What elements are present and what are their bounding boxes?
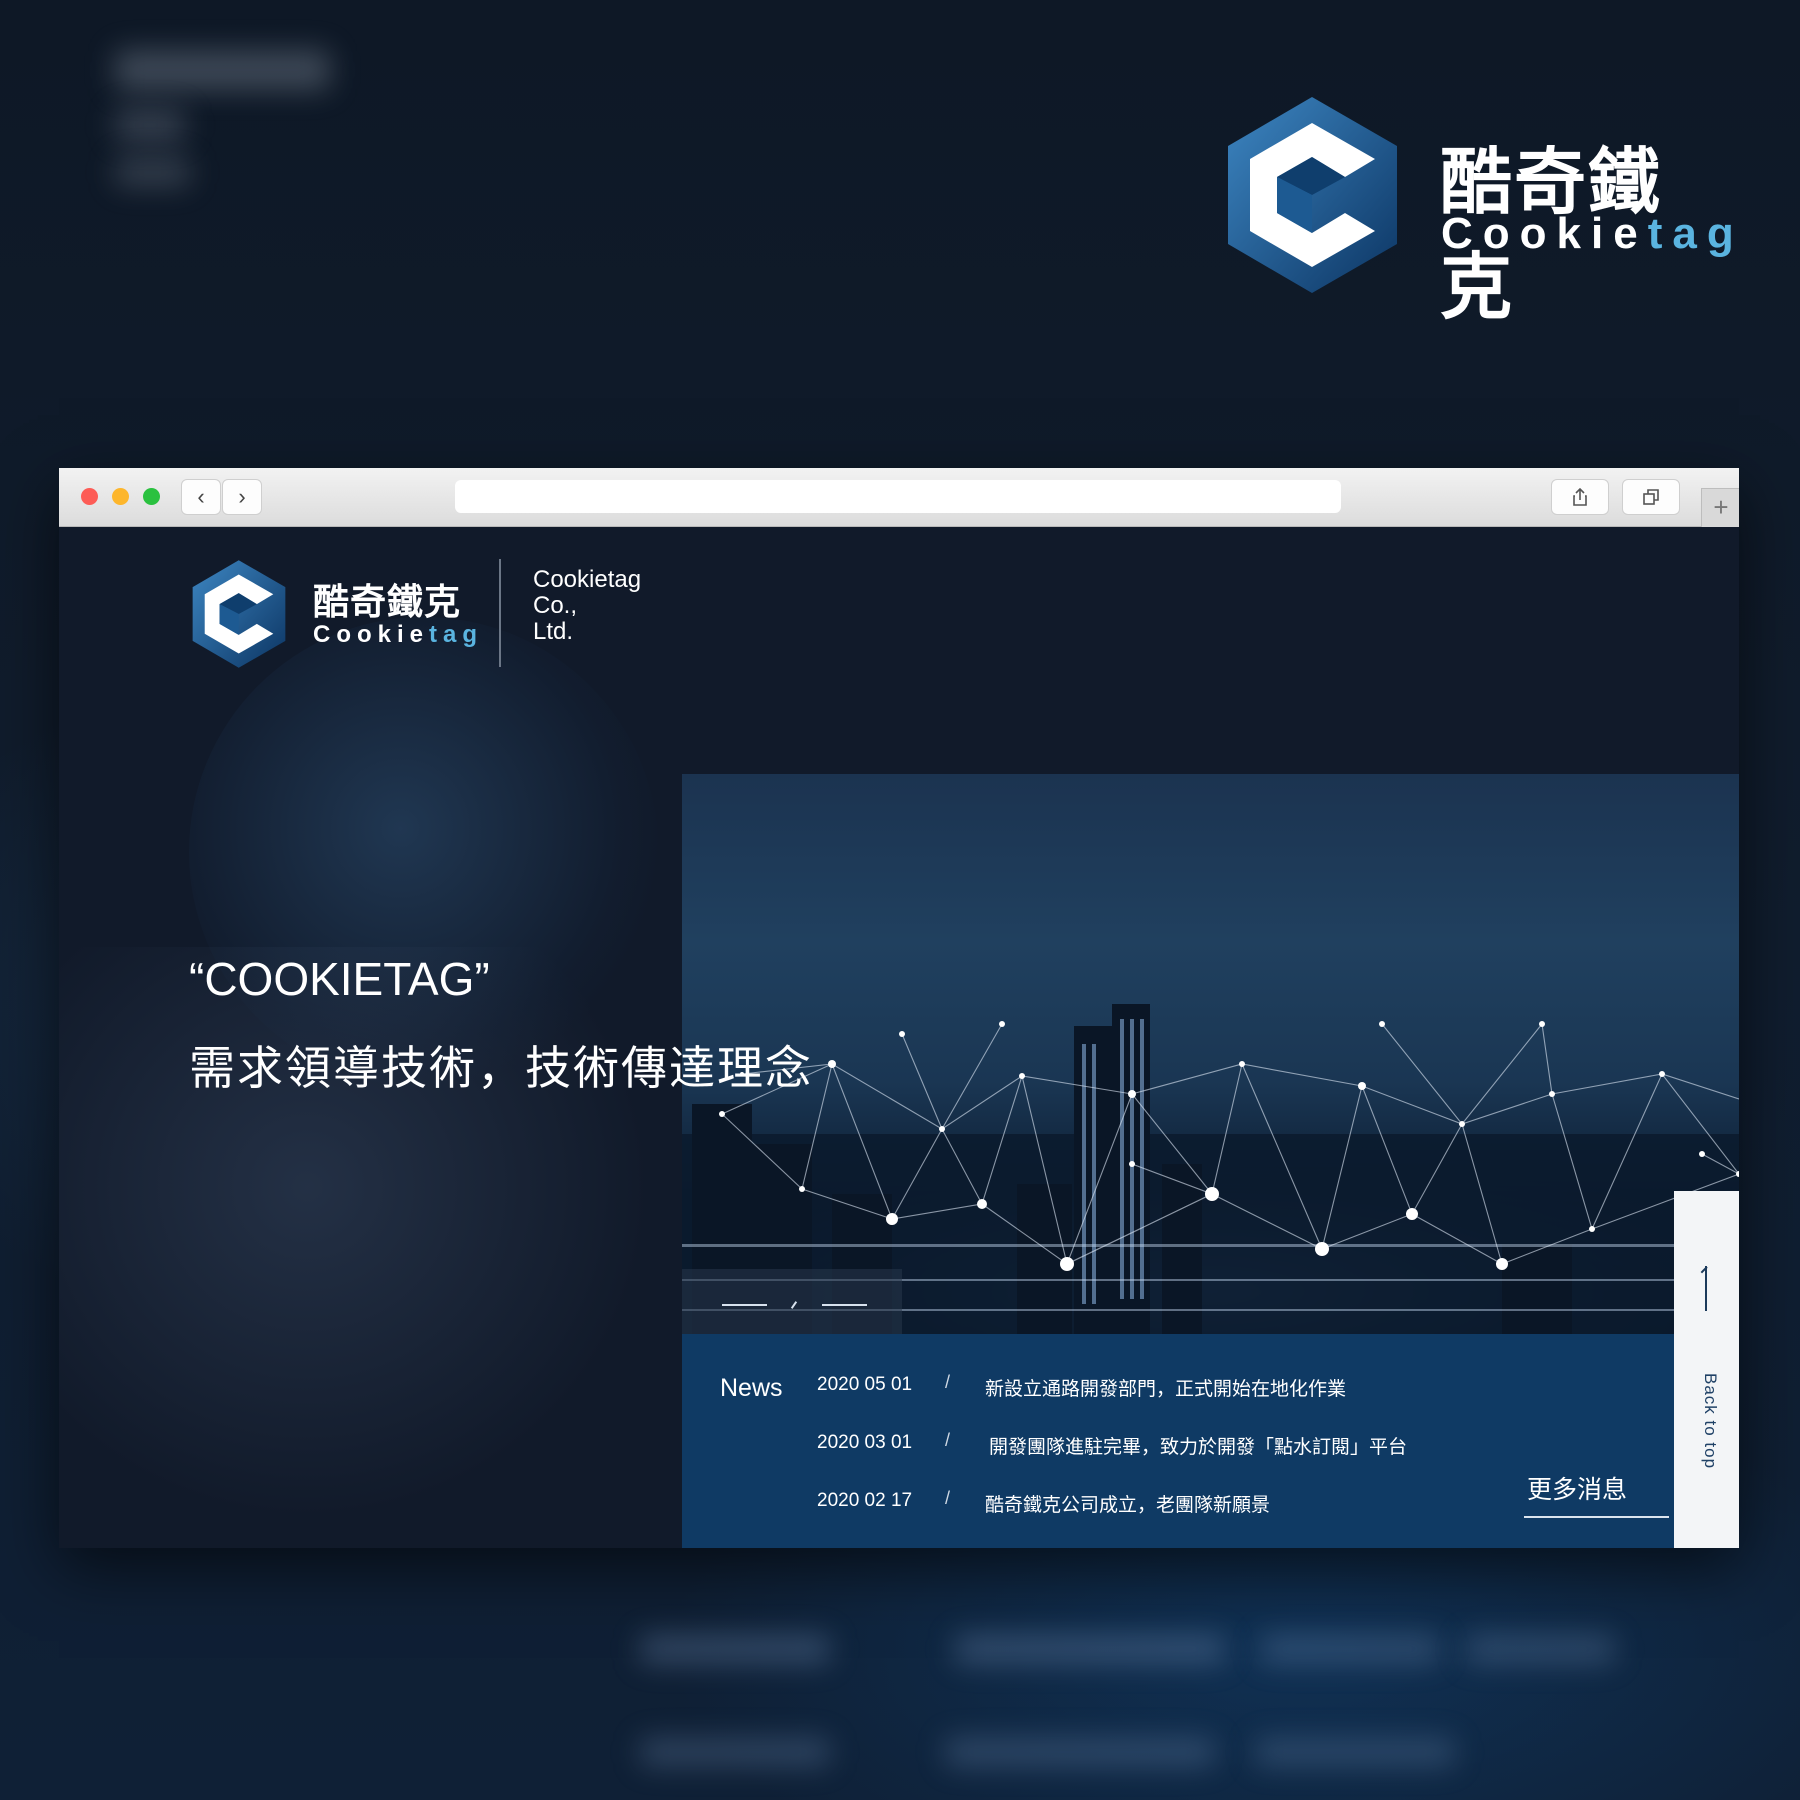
plus-icon: +	[1713, 492, 1729, 522]
news-date: 2020 02 17	[817, 1490, 913, 1511]
company-name-line-1: Cookietag	[533, 566, 642, 593]
news-separator: /	[945, 1372, 951, 1392]
logo-divider	[499, 559, 501, 667]
company-name-line-3: Ltd.	[533, 618, 574, 645]
blurred-bg-text-3	[115, 158, 190, 186]
blurred-bg-row-2	[955, 1635, 1225, 1663]
news-date: 2020 05 01	[817, 1374, 913, 1395]
slider-next-arrow[interactable]	[822, 1304, 867, 1306]
chevron-right-icon: ›	[238, 484, 246, 509]
minimize-window-button[interactable]	[112, 488, 129, 505]
site-logo-zh: 酷奇鐵克	[313, 581, 462, 622]
site-logo[interactable]: 酷奇鐵克 Cookietag Cookietag Co., Ltd.	[191, 559, 691, 669]
arrow-up-icon	[1705, 1266, 1707, 1311]
browser-window: ‹ › + 酷奇鐵克 Cookietag Cookietag Co., Ltd.…	[59, 468, 1739, 1548]
blurred-bg-row-5	[640, 1738, 830, 1766]
news-date: 2020 03 01	[817, 1432, 913, 1453]
blurred-bg-text-2	[115, 110, 185, 140]
city-network-hero-image	[682, 774, 1739, 1334]
address-bar[interactable]	[455, 480, 1341, 513]
forward-button[interactable]: ›	[222, 479, 262, 515]
slider-separator	[790, 1301, 798, 1309]
brand-logo-large: 酷奇鐵克 Cookietag	[1225, 95, 1734, 328]
hero-quote: “COOKIETAG”	[189, 953, 490, 1005]
blurred-bg-row-6	[945, 1738, 1215, 1766]
back-to-top-button[interactable]: Back to top	[1674, 1191, 1739, 1548]
news-section: News 2020 05 01 / 新設立通路開發部門，正式開始在地化作業 20…	[682, 1334, 1674, 1548]
site-logo-en: Cookietag	[313, 621, 483, 649]
hero-subtitle: 需求領導技術，技術傳達理念	[189, 1042, 813, 1094]
company-name: Cookietag Co., Ltd.	[533, 567, 673, 645]
slider-controls	[682, 1269, 902, 1335]
cookietag-hex-logo-icon	[192, 560, 286, 668]
news-title: News	[720, 1374, 783, 1402]
blurred-bg-row-4	[1465, 1635, 1615, 1663]
tabs-icon	[1643, 489, 1659, 505]
cookietag-hex-logo-icon	[1228, 97, 1397, 293]
new-tab-button[interactable]: +	[1701, 488, 1739, 528]
blurred-bg-text-1	[115, 50, 330, 90]
news-headline: 開發團隊進駐完畢，致力於開發「點水訂閱」平台	[989, 1437, 1408, 1458]
company-name-line-2: Co.,	[533, 592, 578, 619]
more-news-label: 更多消息	[1527, 1476, 1628, 1504]
zoom-window-button[interactable]	[143, 488, 160, 505]
chevron-left-icon: ‹	[197, 484, 205, 509]
more-news-link[interactable]: 更多消息	[1524, 1470, 1669, 1518]
blurred-bg-row-7	[1255, 1738, 1455, 1766]
browser-titlebar: ‹ › +	[59, 468, 1739, 528]
news-separator: /	[945, 1430, 951, 1450]
back-to-top-label: Back to top	[1701, 1373, 1720, 1470]
brand-name-en-accent: tag	[1647, 209, 1744, 258]
back-button[interactable]: ‹	[181, 479, 221, 515]
website-content: 酷奇鐵克 Cookietag Cookietag Co., Ltd. “COOK…	[59, 527, 1739, 1548]
site-logo-en-main: Cookie	[313, 621, 430, 648]
tabs-overview-button[interactable]	[1622, 479, 1680, 515]
share-button[interactable]	[1551, 479, 1609, 515]
news-headline: 酷奇鐵克公司成立，老團隊新願景	[985, 1495, 1271, 1516]
news-separator: /	[945, 1488, 951, 1508]
blurred-bg-row-1	[640, 1635, 830, 1663]
close-window-button[interactable]	[81, 488, 98, 505]
brand-name-en-main: Cookie	[1441, 209, 1648, 258]
slider-prev-arrow[interactable]	[722, 1304, 767, 1306]
site-logo-en-accent: tag	[429, 621, 484, 648]
city-network-illustration	[682, 1004, 1739, 1334]
blurred-bg-row-3	[1260, 1635, 1440, 1663]
share-icon	[1573, 487, 1587, 506]
brand-name-en: Cookietag	[1441, 209, 1744, 259]
news-headline: 新設立通路開發部門，正式開始在地化作業	[985, 1379, 1347, 1400]
